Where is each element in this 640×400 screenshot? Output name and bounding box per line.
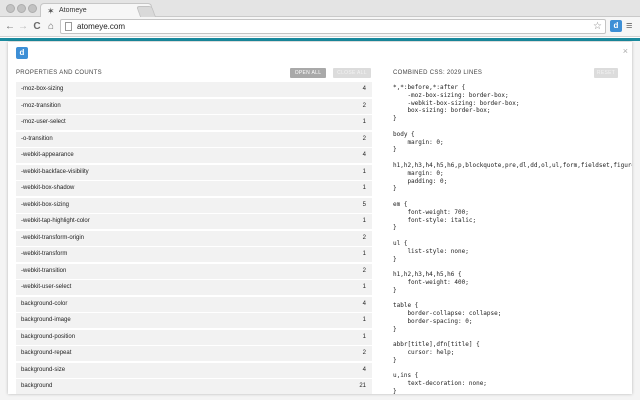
property-count: 2 (362, 267, 366, 274)
property-count: 2 (362, 234, 366, 241)
property-row[interactable]: background-size 4 (16, 362, 372, 378)
browser-menu-icon[interactable]: ≡ (626, 19, 632, 33)
property-name: -webkit-backface-visibility (21, 168, 89, 175)
property-row[interactable]: background-repeat 2 (16, 346, 372, 361)
property-count: 4 (362, 366, 366, 373)
property-row[interactable]: -o-transition 2 (16, 131, 372, 147)
property-name: -webkit-transform-origin (21, 234, 85, 241)
property-row[interactable]: background-position 1 (16, 329, 372, 345)
property-count: 1 (362, 284, 366, 290)
css-inspector-panel: d × PROPERTIES AND COUNTS OPEN ALL CLOSE… (8, 42, 632, 394)
reload-icon[interactable]: C (31, 20, 43, 33)
property-name: -webkit-tap-highlight-color (21, 218, 90, 224)
combined-css-heading: COMBINED CSS: 2029 LINES (393, 70, 483, 76)
open-all-button[interactable]: OPEN ALL (290, 68, 326, 78)
property-count: 2 (362, 350, 366, 356)
property-name: -moz-transition (21, 102, 61, 109)
property-name: background-color (21, 300, 68, 307)
bookmark-star-icon[interactable]: ☆ (593, 20, 602, 33)
property-row[interactable]: -webkit-transition 2 (16, 263, 372, 279)
window-zoom-icon[interactable] (28, 4, 37, 13)
properties-list: -moz-box-sizing 4 -moz-transition 2 -moz-use… (16, 82, 372, 394)
property-row[interactable]: -webkit-user-select 1 (16, 280, 372, 295)
property-name: background-size (21, 366, 66, 373)
property-count: 2 (362, 135, 366, 142)
property-row[interactable]: -webkit-appearance 4 (16, 148, 372, 163)
property-row[interactable]: background 21 (16, 379, 372, 394)
browser-tab[interactable]: ✶ Atomeye × (40, 3, 152, 18)
property-name: background-repeat (21, 350, 72, 356)
property-name: background (21, 383, 53, 389)
property-count: 1 (362, 251, 366, 257)
property-count: 1 (362, 168, 366, 175)
property-count: 1 (362, 185, 366, 191)
property-row[interactable]: -webkit-box-shadow 1 (16, 181, 372, 196)
property-row[interactable]: -moz-user-select 1 (16, 115, 372, 130)
property-row[interactable]: -moz-transition 2 (16, 98, 372, 114)
property-name: background-image (21, 317, 71, 323)
property-count: 1 (362, 317, 366, 323)
property-row[interactable]: -webkit-transform 1 (16, 247, 372, 262)
home-icon[interactable]: ⌂ (45, 20, 57, 33)
property-row[interactable]: -moz-box-sizing 4 (16, 82, 372, 97)
property-name: -webkit-transform (21, 251, 68, 257)
property-name: -webkit-box-sizing (21, 201, 70, 208)
tab-title: Atomeye (59, 7, 87, 14)
property-name: -moz-box-sizing (21, 86, 64, 92)
window-minimize-icon[interactable] (17, 4, 26, 13)
property-count: 1 (362, 119, 366, 125)
property-count: 4 (362, 300, 366, 307)
property-name: -o-transition (21, 135, 53, 142)
reset-button[interactable]: RESET (594, 68, 618, 78)
property-count: 21 (359, 383, 366, 389)
property-row[interactable]: -webkit-backface-visibility 1 (16, 164, 372, 180)
panel-close-icon[interactable]: × (623, 46, 628, 56)
window-close-icon[interactable] (6, 4, 15, 13)
address-bar[interactable]: atomeye.com ☆ (60, 19, 606, 34)
property-count: 5 (362, 201, 366, 208)
properties-heading: PROPERTIES AND COUNTS (16, 70, 102, 76)
property-row[interactable]: background-color 4 (16, 296, 372, 312)
property-count: 4 (362, 86, 366, 92)
property-name: -webkit-user-select (21, 284, 72, 290)
combined-css-code: *,*:before,*:after { -moz-box-sizing: bo… (393, 84, 632, 394)
property-row[interactable]: -webkit-box-sizing 5 (16, 197, 372, 213)
property-name: -webkit-box-shadow (21, 185, 75, 191)
property-count: 1 (362, 333, 366, 340)
page-icon (65, 22, 72, 31)
address-url[interactable]: atomeye.com (77, 22, 125, 31)
property-name: -webkit-appearance (21, 152, 74, 158)
property-count: 2 (362, 102, 366, 109)
property-row[interactable]: -webkit-transform-origin 2 (16, 230, 372, 246)
property-count: 4 (362, 152, 366, 158)
atomeye-favicon-icon: ✶ (47, 6, 55, 16)
property-row[interactable]: background-image 1 (16, 313, 372, 328)
extension-icon[interactable]: d (610, 20, 622, 32)
property-name: background-position (21, 333, 76, 340)
property-name: -webkit-transition (21, 267, 67, 274)
browser-toolbar: ← → C ⌂ atomeye.com ☆ d ≡ (0, 17, 640, 37)
property-name: -moz-user-select (21, 119, 66, 125)
property-row[interactable]: -webkit-tap-highlight-color 1 (16, 214, 372, 229)
close-all-button[interactable]: CLOSE ALL (333, 68, 371, 78)
forward-icon[interactable]: → (17, 20, 29, 33)
app-logo-icon: d (16, 47, 28, 59)
property-count: 1 (362, 218, 366, 224)
back-icon[interactable]: ← (4, 20, 16, 33)
